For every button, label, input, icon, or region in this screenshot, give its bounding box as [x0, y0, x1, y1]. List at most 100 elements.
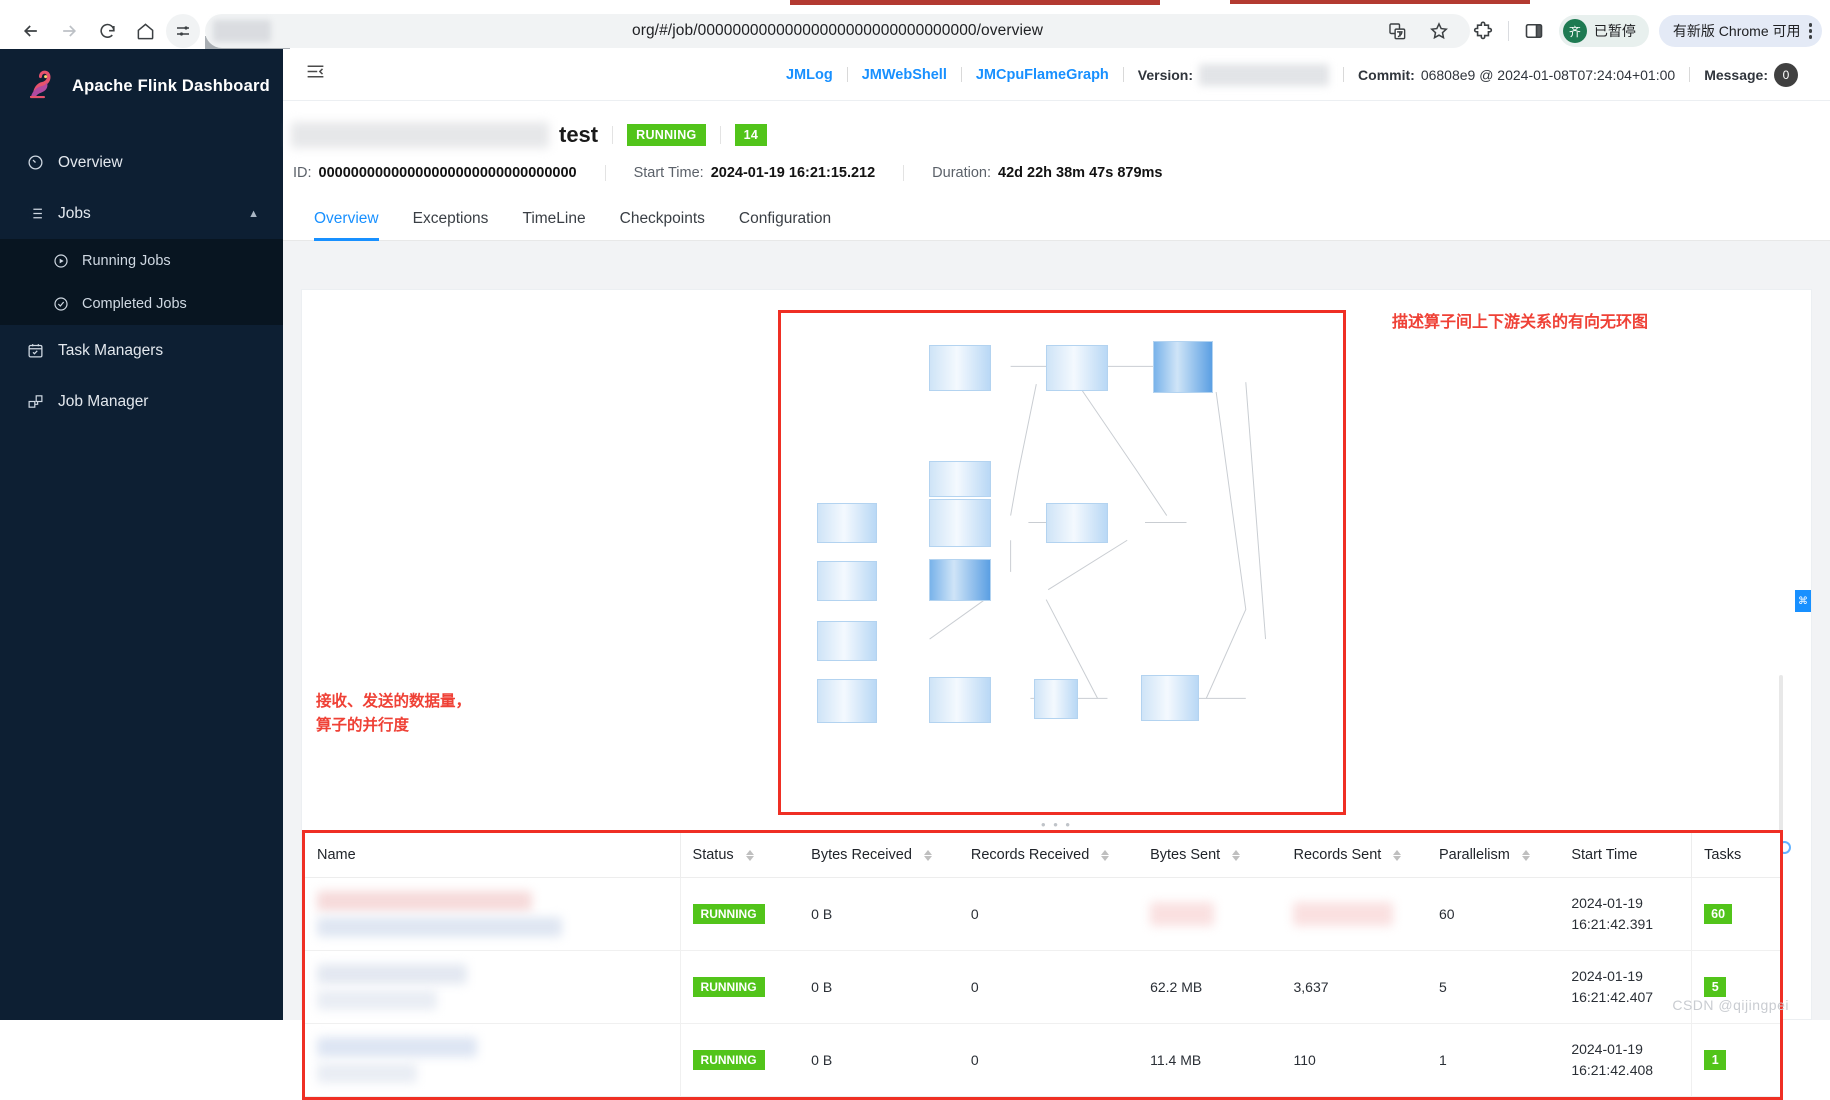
col-bytes-received[interactable]: Bytes Received	[799, 833, 959, 878]
graph-node[interactable]	[1141, 675, 1199, 721]
col-tasks[interactable]: Tasks	[1692, 833, 1780, 878]
graph-scrollbar[interactable]	[1779, 675, 1783, 845]
table-row[interactable]: RUNNING 0 B 0 60 2024-01-19	[305, 878, 1780, 951]
col-status[interactable]: Status	[680, 833, 799, 878]
start-time-value: 2024-01-19 16:21:15.212	[711, 165, 875, 181]
tab-configuration[interactable]: Configuration	[722, 210, 848, 240]
side-panel-icon[interactable]	[1519, 16, 1549, 46]
flink-squirrel-logo-icon	[24, 69, 58, 103]
cell-bytes-sent: 62.2 MB	[1138, 951, 1281, 1024]
brand: Apache Flink Dashboard	[0, 49, 283, 123]
col-label: Bytes Sent	[1150, 847, 1220, 863]
annotation-table-line2: 算子的并行度	[316, 714, 471, 738]
graph-node[interactable]	[817, 679, 877, 723]
sort-toggle-icon[interactable]	[746, 850, 754, 861]
sidebar-item-label: Overview	[58, 154, 123, 172]
sort-toggle-icon[interactable]	[1393, 850, 1401, 861]
address-bar[interactable]: org/#/job/000000000000000000000000000000…	[205, 14, 1470, 48]
col-records-sent[interactable]: Records Sent	[1281, 833, 1426, 878]
col-name[interactable]: Name	[305, 833, 680, 878]
sidebar-subitem-label: Running Jobs	[82, 253, 171, 269]
toolbar-divider	[1508, 21, 1509, 41]
graph-node[interactable]	[929, 677, 991, 723]
sidebar-nav: Overview Jobs ▲ Running Jobs Completed J…	[0, 137, 283, 427]
sort-toggle-icon[interactable]	[1101, 850, 1109, 861]
cell-name	[305, 951, 680, 1024]
jmwebshell-link[interactable]: JMWebShell	[848, 67, 961, 83]
browser-actions: 齐 已暂停 有新版 Chrome 可用	[1468, 10, 1822, 52]
cell-tasks: 60	[1692, 878, 1780, 951]
graph-node[interactable]	[817, 561, 877, 601]
cell-records-sent: 110	[1281, 1024, 1426, 1097]
profile-chip[interactable]: 齐 已暂停	[1559, 15, 1649, 47]
sort-toggle-icon[interactable]	[1522, 850, 1530, 861]
graph-node[interactable]	[1046, 345, 1108, 391]
kebab-menu-icon[interactable]	[1809, 23, 1813, 39]
sidebar-item-running-jobs[interactable]: Running Jobs	[0, 239, 283, 282]
tab-strip-accent-2	[1230, 0, 1530, 4]
sort-toggle-icon[interactable]	[1232, 850, 1240, 861]
main-area: JMLog JMWebShell JMCpuFlameGraph Version…	[283, 49, 1830, 1020]
cell-bytes-sent	[1138, 878, 1281, 951]
reload-icon[interactable]	[90, 14, 124, 48]
tab-exceptions[interactable]: Exceptions	[396, 210, 506, 240]
chrome-update-chip[interactable]: 有新版 Chrome 可用	[1659, 15, 1822, 47]
cell-name	[305, 878, 680, 951]
sidebar-item-task-managers[interactable]: Task Managers	[0, 325, 283, 376]
job-title-row: test RUNNING 14	[283, 117, 1830, 153]
graph-node[interactable]	[817, 503, 877, 543]
graph-node[interactable]	[929, 499, 991, 547]
extensions-puzzle-icon[interactable]	[1468, 16, 1498, 46]
col-records-received[interactable]: Records Received	[959, 833, 1138, 878]
sidebar-item-jobs[interactable]: Jobs ▲	[0, 188, 283, 239]
collapse-sidebar-icon[interactable]	[301, 57, 330, 92]
cell-records-sent	[1281, 878, 1426, 951]
app-header: JMLog JMWebShell JMCpuFlameGraph Version…	[283, 49, 1830, 101]
home-icon[interactable]	[128, 14, 162, 48]
start-time-clock: 16:21:42.408	[1571, 1060, 1679, 1081]
forward-icon[interactable]	[52, 14, 86, 48]
col-parallelism[interactable]: Parallelism	[1427, 833, 1559, 878]
graph-node[interactable]	[1034, 679, 1078, 719]
sort-toggle-icon[interactable]	[924, 850, 932, 861]
job-graph-panel[interactable]	[778, 310, 1346, 815]
table-row[interactable]: RUNNING 0 B 0 62.2 MB 3,637 5 2024-01-19…	[305, 951, 1780, 1024]
graph-node[interactable]	[929, 461, 991, 497]
graph-node[interactable]	[817, 621, 877, 661]
message-info: Message: 0	[1690, 63, 1812, 87]
tab-timeline[interactable]: TimeLine	[505, 210, 602, 240]
chevron-up-icon[interactable]: ▲	[248, 208, 259, 220]
jmcpuflamegraph-link[interactable]: JMCpuFlameGraph	[962, 67, 1123, 83]
table-row[interactable]: RUNNING 0 B 0 11.4 MB 110 1 2024-01-19 1…	[305, 1024, 1780, 1097]
tab-overview[interactable]: Overview	[297, 210, 396, 240]
cell-records-received: 0	[959, 878, 1138, 951]
cell-records-received: 0	[959, 951, 1138, 1024]
brand-title: Apache Flink Dashboard	[72, 77, 270, 96]
col-start-time[interactable]: Start Time	[1559, 833, 1691, 878]
graph-node[interactable]	[1153, 341, 1213, 393]
url-text: org/#/job/000000000000000000000000000000…	[205, 22, 1470, 40]
meta-divider	[605, 165, 606, 181]
jmlog-link[interactable]: JMLog	[772, 67, 847, 83]
graph-node[interactable]	[929, 345, 991, 391]
graph-node[interactable]	[929, 559, 991, 601]
bookmark-star-icon[interactable]	[1424, 16, 1454, 46]
annotation-graph: 描述算子间上下游关系的有向无环图	[1392, 308, 1648, 332]
col-bytes-sent[interactable]: Bytes Sent	[1138, 833, 1281, 878]
start-time-clock: 16:21:42.391	[1571, 914, 1679, 935]
back-icon[interactable]	[14, 14, 48, 48]
sidebar-item-overview[interactable]: Overview	[0, 137, 283, 188]
version-value-redacted	[1199, 64, 1329, 86]
sidebar-item-job-manager[interactable]: Job Manager	[0, 376, 283, 427]
start-time-clock: 16:21:42.407	[1571, 987, 1679, 1008]
graph-node[interactable]	[1046, 503, 1108, 543]
panel-toggle-icon[interactable]: ⌘	[1795, 590, 1811, 612]
job-graph-canvas[interactable]	[781, 313, 1343, 812]
tab-checkpoints[interactable]: Checkpoints	[603, 210, 722, 240]
translate-icon[interactable]	[1382, 16, 1412, 46]
check-circle-icon	[52, 295, 70, 313]
page-title: test	[559, 122, 598, 148]
chrome-update-label: 有新版 Chrome 可用	[1673, 21, 1801, 41]
sidebar-item-completed-jobs[interactable]: Completed Jobs	[0, 282, 283, 325]
tune-icon[interactable]	[166, 14, 200, 48]
